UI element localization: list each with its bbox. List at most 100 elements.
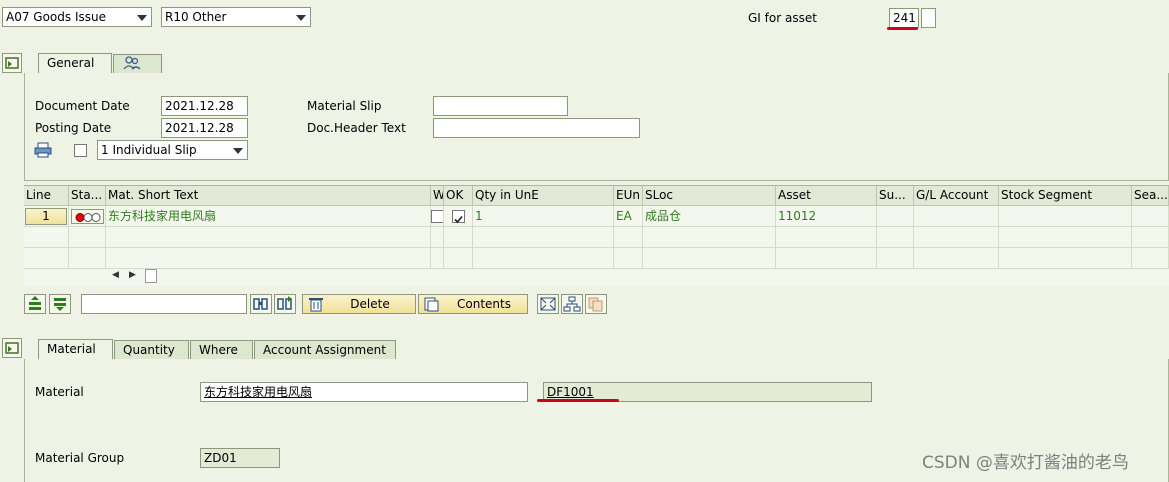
empty-cell: [24, 248, 69, 269]
posting-date-label: Posting Date: [35, 121, 112, 135]
gi-for-asset-extra-field[interactable]: [921, 8, 936, 28]
tab-material[interactable]: Material: [38, 339, 113, 360]
scroll-left-icon[interactable]: ◀: [112, 270, 119, 280]
scroll-right-icon[interactable]: ▶: [129, 270, 136, 280]
material-text-field[interactable]: 东方科技家用电风扇: [200, 382, 528, 402]
find-next-icon[interactable]: [274, 294, 296, 314]
col-header-line[interactable]: Line: [24, 186, 69, 206]
material-group-label: Material Group: [35, 451, 125, 465]
col-header-ok[interactable]: OK: [444, 186, 473, 206]
col-header-stock-segment[interactable]: Stock Segment: [999, 186, 1132, 206]
search-input[interactable]: [81, 294, 247, 314]
sea-cell[interactable]: [1132, 206, 1169, 227]
empty-cell: [999, 248, 1132, 269]
table-row[interactable]: [24, 248, 1169, 269]
table-row[interactable]: [24, 227, 1169, 248]
gi-for-asset-label: GI for asset: [748, 11, 817, 25]
chevron-down-icon[interactable]: [296, 15, 306, 21]
empty-cell: [473, 227, 614, 248]
col-header-w[interactable]: W: [431, 186, 444, 206]
material-text-value: 东方科技家用电风扇: [204, 385, 313, 399]
delete-button[interactable]: Delete: [302, 294, 416, 314]
horizontal-scrollbar[interactable]: [145, 269, 157, 283]
eun-cell[interactable]: EA: [614, 206, 643, 227]
slip-option-select[interactable]: 1 Individual Slip: [97, 140, 248, 160]
col-header-status[interactable]: Sta...: [69, 186, 106, 206]
empty-cell: [106, 227, 431, 248]
col-header-mat-short-text[interactable]: Mat. Short Text: [106, 186, 431, 206]
tab-partner[interactable]: [113, 54, 162, 74]
stock-segment-cell[interactable]: [999, 206, 1132, 227]
empty-cell: [614, 227, 643, 248]
contents-label: Contents: [457, 297, 511, 311]
empty-cell: [1132, 227, 1169, 248]
gl-account-cell[interactable]: [914, 206, 999, 227]
empty-cell: [643, 248, 776, 269]
col-header-eun[interactable]: EUn: [614, 186, 643, 206]
sloc-cell[interactable]: 成品仓: [643, 206, 776, 227]
empty-cell: [914, 227, 999, 248]
document-date-label: Document Date: [35, 99, 130, 113]
empty-cell: [473, 248, 614, 269]
select-all-icon[interactable]: [24, 294, 46, 314]
deselect-all-icon[interactable]: [49, 294, 71, 314]
chevron-down-icon[interactable]: [233, 148, 243, 154]
tab-quantity[interactable]: Quantity: [114, 340, 189, 360]
material-group-field[interactable]: ZD01: [200, 448, 280, 468]
tab-where[interactable]: Where: [190, 340, 253, 360]
contents-button[interactable]: Contents: [418, 294, 528, 314]
w-checkbox[interactable]: [431, 210, 443, 223]
document-icon: [422, 296, 440, 313]
col-header-gl-account[interactable]: G/L Account: [914, 186, 999, 206]
find-icon[interactable]: [250, 294, 272, 314]
copy-disabled-icon[interactable]: [585, 294, 607, 314]
su-cell[interactable]: [877, 206, 914, 227]
material-number-value: DF1001: [547, 385, 594, 399]
empty-cell: [877, 227, 914, 248]
expand-all-icon[interactable]: [537, 294, 559, 314]
material-slip-label: Material Slip: [307, 99, 382, 113]
empty-cell: [69, 227, 106, 248]
doc-header-text-field[interactable]: [433, 118, 640, 138]
print-icon[interactable]: [34, 142, 52, 161]
traffic-light-icon[interactable]: [71, 209, 104, 224]
tab-account-assignment[interactable]: Account Assignment: [254, 340, 396, 360]
empty-cell: [643, 227, 776, 248]
reference-value: R10 Other: [165, 10, 227, 24]
expand-header-icon[interactable]: [2, 53, 22, 73]
expand-item-icon[interactable]: [2, 338, 22, 358]
asset-cell[interactable]: 11012: [776, 206, 877, 227]
posting-date-field[interactable]: 2021.12.28: [161, 118, 248, 138]
col-header-sloc[interactable]: SLoc: [643, 186, 776, 206]
col-header-sea[interactable]: Sea...: [1132, 186, 1169, 206]
delete-label: Delete: [350, 297, 390, 311]
status-cell: [69, 206, 106, 227]
persons-icon: [123, 56, 141, 70]
gi-for-asset-field[interactable]: 241: [889, 8, 919, 28]
trash-icon: [307, 296, 325, 313]
reference-select[interactable]: R10 Other: [161, 7, 311, 27]
hierarchy-icon[interactable]: [561, 294, 583, 314]
document-date-field[interactable]: 2021.12.28: [161, 96, 248, 116]
empty-cell: [431, 248, 444, 269]
col-header-su[interactable]: Su...: [877, 186, 914, 206]
movement-type-select[interactable]: A07 Goods Issue: [2, 7, 152, 27]
empty-cell: [431, 227, 444, 248]
material-slip-field[interactable]: [433, 96, 568, 116]
ok-checkbox[interactable]: [452, 210, 465, 224]
empty-cell: [106, 248, 431, 269]
mat-short-text-cell[interactable]: 东方科技家用电风扇: [106, 206, 431, 227]
print-checkbox[interactable]: [74, 144, 87, 157]
chevron-down-icon[interactable]: [137, 15, 147, 21]
tab-general[interactable]: General: [38, 53, 112, 74]
empty-cell: [444, 227, 473, 248]
movement-type-value: A07 Goods Issue: [6, 10, 106, 24]
annotation-underline: [887, 27, 918, 30]
col-header-asset[interactable]: Asset: [776, 186, 877, 206]
col-header-qty[interactable]: Qty in UnE: [473, 186, 614, 206]
qty-cell[interactable]: 1: [473, 206, 614, 227]
line-number-button[interactable]: 1: [25, 208, 67, 225]
slip-option-value: 1 Individual Slip: [101, 143, 197, 157]
table-row[interactable]: 1 东方科技家用电风扇 1 EA 成品仓 11012: [24, 206, 1169, 227]
empty-cell: [444, 248, 473, 269]
